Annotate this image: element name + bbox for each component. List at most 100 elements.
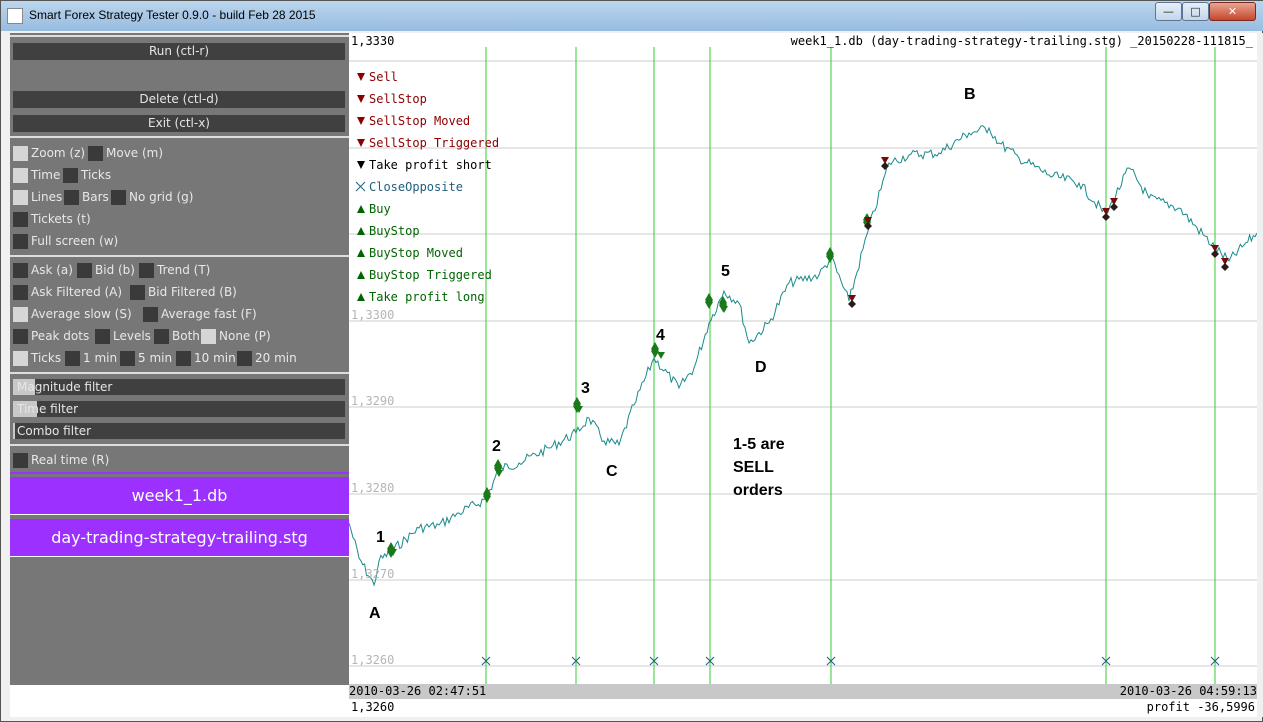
time-filter-slider[interactable]: Time filter xyxy=(13,401,345,417)
legend-symbol xyxy=(357,73,365,81)
ask-filtered-label: Ask Filtered (A) xyxy=(31,285,123,299)
no-grid-checkbox[interactable] xyxy=(111,190,126,205)
tf-5min-label: 5 min xyxy=(138,351,173,365)
minimize-button[interactable]: — xyxy=(1155,2,1182,21)
time-end: 2010-03-26 04:59:13 xyxy=(1119,684,1257,698)
legend-label: Take profit long xyxy=(369,290,485,304)
peak-dots-label: Peak dots xyxy=(31,329,90,343)
ask-filtered-checkbox[interactable] xyxy=(13,285,28,300)
legend-symbol xyxy=(357,161,365,169)
app-window: Smart Forex Strategy Tester 0.9.0 - buil… xyxy=(0,0,1263,722)
real-time-label: Real time (R) xyxy=(31,453,110,467)
magnitude-filter-slider[interactable]: Magnitude filter xyxy=(13,379,345,395)
tf-20min-label: 20 min xyxy=(255,351,297,365)
ticks-label: Ticks xyxy=(81,168,112,182)
legend-label: Buy xyxy=(369,202,391,216)
average-fast-checkbox[interactable] xyxy=(143,307,158,322)
title-bar[interactable]: Smart Forex Strategy Tester 0.9.0 - buil… xyxy=(1,1,1263,31)
chart-canvas[interactable]: 1,3300 1,3290 1,3280 1,3270 1,3260 1,3330 we… xyxy=(349,33,1257,684)
chart-header: week1_1.db (day-trading-strategy-trailin… xyxy=(791,34,1254,48)
tf-20min-checkbox[interactable] xyxy=(237,351,252,366)
lines-checkbox[interactable] xyxy=(13,190,28,205)
tickets-checkbox[interactable] xyxy=(13,212,28,227)
trend-label: Trend (T) xyxy=(157,263,211,277)
ticks-tf-checkbox[interactable] xyxy=(13,351,28,366)
tf-5min-checkbox[interactable] xyxy=(120,351,135,366)
time-filter-label: Time filter xyxy=(17,402,79,416)
take-profit-marker xyxy=(1221,263,1229,271)
combo-filter-fill xyxy=(13,423,15,439)
full-screen-checkbox[interactable] xyxy=(13,234,28,249)
left-status-area xyxy=(10,685,349,717)
annotation-4: 4 xyxy=(656,327,665,344)
average-slow-checkbox[interactable] xyxy=(13,307,28,322)
legend-symbol xyxy=(357,117,365,125)
price-chart[interactable]: 1,3300 1,3290 1,3280 1,3270 1,3260 1,3330 we… xyxy=(349,33,1257,717)
y-tick-label: 1,3290 xyxy=(351,394,394,408)
trend-checkbox[interactable] xyxy=(139,263,154,278)
strategy-file-button[interactable]: day-trading-strategy-trailing.stg xyxy=(10,519,349,556)
take-profit-marker xyxy=(881,162,889,170)
run-button[interactable]: Run (ctl-r) xyxy=(13,43,345,60)
divider xyxy=(10,255,349,257)
annotation-note-2: SELL xyxy=(733,459,774,476)
time-checkbox[interactable] xyxy=(13,168,28,183)
tf-10min-checkbox[interactable] xyxy=(176,351,191,366)
grid-lines xyxy=(349,60,1257,667)
legend-label: BuyStop xyxy=(369,224,420,238)
control-panel: Run (ctl-r) Delete (ctl-d) Exit (ctl-x) … xyxy=(10,33,349,685)
legend-label: BuyStop Triggered xyxy=(369,268,492,282)
legend-label: SellStop xyxy=(369,92,427,106)
app-icon xyxy=(7,8,23,24)
delete-button[interactable]: Delete (ctl-d) xyxy=(13,91,345,108)
ticks-tf-label: Ticks xyxy=(31,351,62,365)
sell-marker xyxy=(657,352,665,359)
database-file-button[interactable]: week1_1.db xyxy=(10,477,349,514)
order-lines xyxy=(485,47,1216,684)
peak-dots-checkbox[interactable] xyxy=(13,329,28,344)
maximize-button[interactable]: □ xyxy=(1182,2,1209,21)
combo-filter-label: Combo filter xyxy=(17,424,92,438)
divider xyxy=(10,35,349,37)
window-title: Smart Forex Strategy Tester 0.9.0 - buil… xyxy=(29,8,316,22)
annotation-B: B xyxy=(964,86,976,103)
profit-readout: profit -36,5996 xyxy=(1146,700,1255,714)
legend-symbol xyxy=(357,227,365,235)
legend-label: SellStop Triggered xyxy=(369,136,499,150)
chart-legend: Sell SellStop SellStop Moved SellStop Trigg… xyxy=(355,70,499,304)
window-border xyxy=(1257,33,1263,717)
annotation-1: 1 xyxy=(376,529,385,546)
zoom-label: Zoom (z) xyxy=(31,146,86,160)
move-checkbox[interactable] xyxy=(88,146,103,161)
legend-label: SellStop Moved xyxy=(369,114,470,128)
zoom-checkbox[interactable] xyxy=(13,146,28,161)
annotation-A: A xyxy=(369,605,381,622)
y-tick-label: 1,3270 xyxy=(351,567,394,581)
bars-checkbox[interactable] xyxy=(64,190,79,205)
both-checkbox[interactable] xyxy=(154,329,169,344)
tickets-label: Tickets (t) xyxy=(31,212,91,226)
price-line xyxy=(349,125,1257,587)
ask-checkbox[interactable] xyxy=(13,263,28,278)
bid-checkbox[interactable] xyxy=(77,263,92,278)
current-price: 1,3260 xyxy=(351,700,395,714)
close-button[interactable]: ✕ xyxy=(1209,2,1256,21)
time-label: Time xyxy=(31,168,61,182)
average-fast-label: Average fast (F) xyxy=(161,307,257,321)
combo-filter-slider[interactable]: Combo filter xyxy=(13,423,345,439)
legend-symbol xyxy=(357,271,365,279)
divider xyxy=(10,556,349,557)
y-tick-label: 1,3300 xyxy=(351,308,394,322)
time-axis[interactable]: 2010-03-26 02:47:51 2010-03-26 04:59:13 xyxy=(349,684,1257,699)
bid-filtered-checkbox[interactable] xyxy=(130,285,145,300)
real-time-checkbox[interactable] xyxy=(13,453,28,468)
levels-checkbox[interactable] xyxy=(95,329,110,344)
tf-1min-checkbox[interactable] xyxy=(65,351,80,366)
exit-button[interactable]: Exit (ctl-x) xyxy=(13,115,345,132)
none-checkbox[interactable] xyxy=(201,329,216,344)
annotation-note-1: 1-5 are xyxy=(733,436,785,453)
take-profit-marker xyxy=(848,300,856,308)
full-screen-label: Full screen (w) xyxy=(31,234,119,248)
order-markers xyxy=(387,157,1229,558)
ticks-checkbox[interactable] xyxy=(63,168,78,183)
